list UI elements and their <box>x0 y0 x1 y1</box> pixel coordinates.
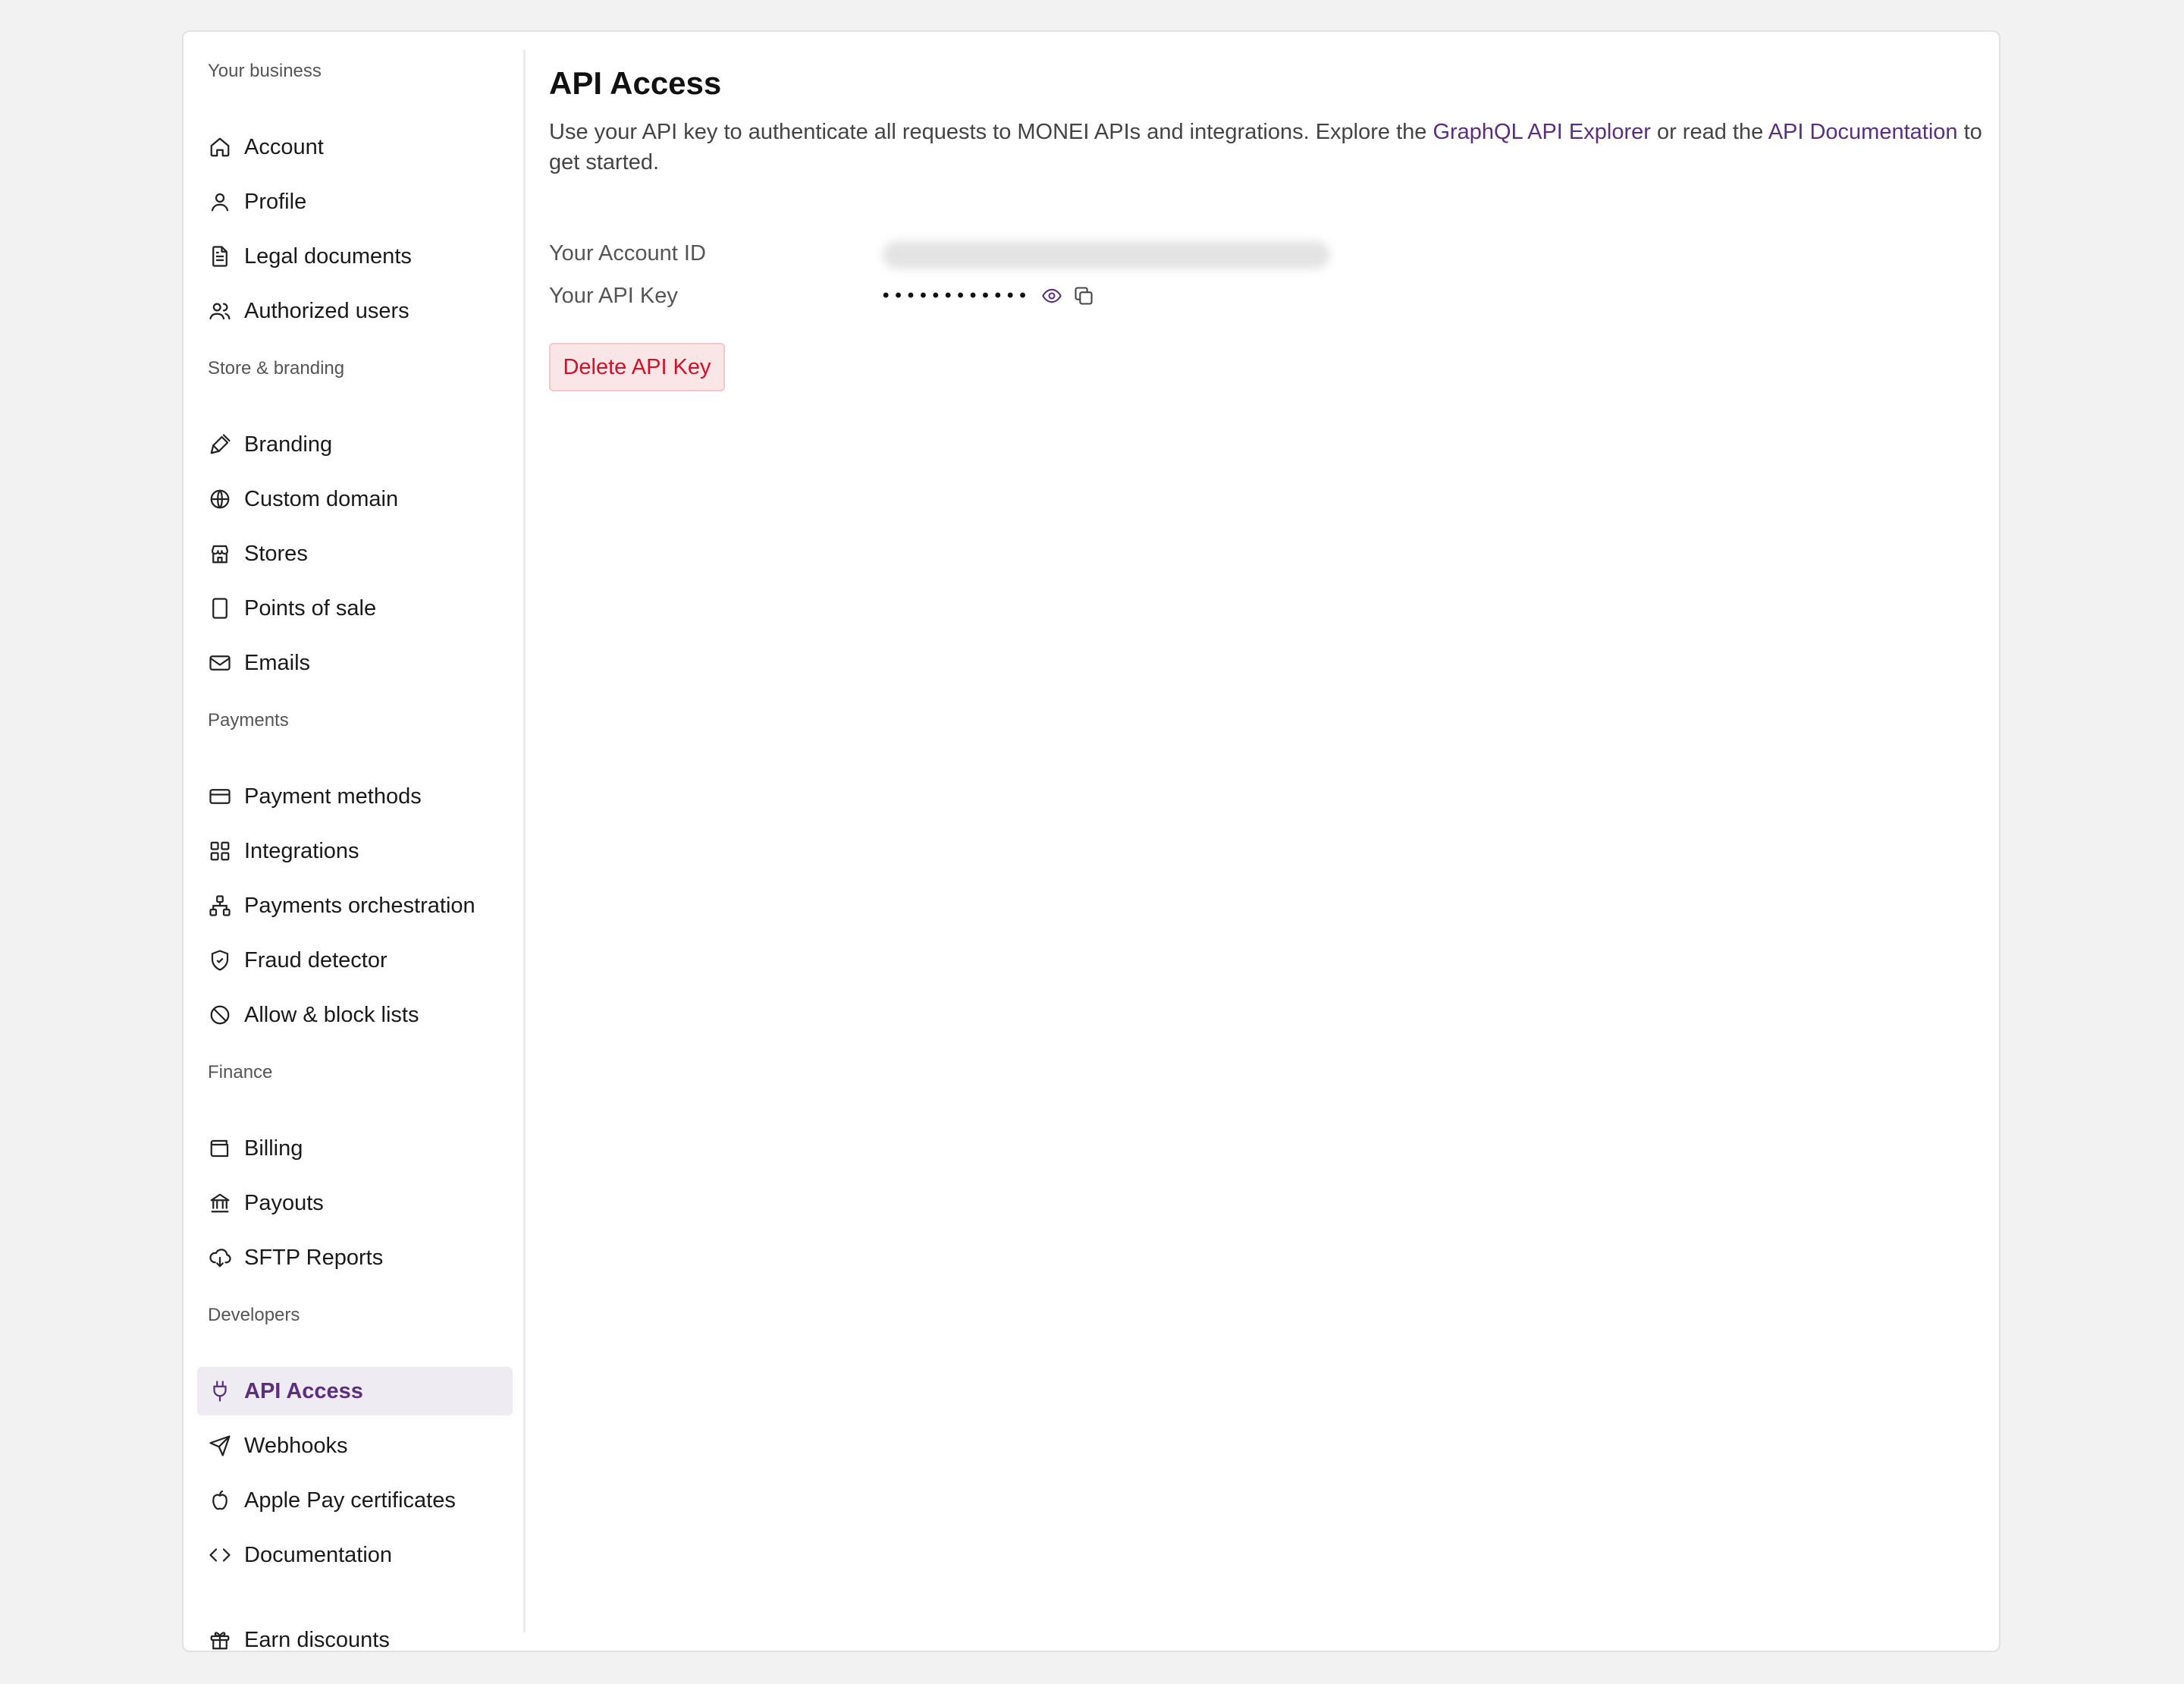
sidebar-item-label: Points of sale <box>244 595 377 621</box>
bank-icon <box>208 1191 232 1215</box>
sidebar-item-authorized-users[interactable]: Authorized users <box>197 287 513 335</box>
sidebar-item-label: Branding <box>244 432 333 457</box>
sidebar-item-label: Profile <box>244 189 307 214</box>
sidebar-item-account[interactable]: Account <box>197 123 513 171</box>
api-key-label: Your API Key <box>549 284 678 308</box>
api-key-value: •••••••••••• <box>883 284 1096 308</box>
sidebar-item-label: Payouts <box>244 1190 324 1215</box>
sidebar-item-label: Custom domain <box>244 486 399 511</box>
sidebar-item-label: Account <box>244 134 324 159</box>
sidebar-item-integrations[interactable]: Integrations <box>197 827 513 875</box>
tablet-icon <box>208 596 232 621</box>
sidebar-divider <box>523 50 526 1632</box>
sidebar-item-payments-orchestration[interactable]: Payments orchestration <box>197 881 513 930</box>
user-icon <box>208 190 232 214</box>
plug-icon <box>208 1379 232 1403</box>
sidebar-item-label: Stores <box>244 541 308 566</box>
sidebar-item-label: Authorized users <box>244 298 410 323</box>
account-id-label: Your Account ID <box>549 241 706 265</box>
sidebar-item-label: Legal documents <box>244 243 412 269</box>
credit-card-icon <box>208 784 232 809</box>
sidebar-item-label: Webhooks <box>244 1433 348 1458</box>
sidebar-item-documentation[interactable]: Documentation <box>197 1531 513 1579</box>
page-title: API Access <box>549 65 722 101</box>
delete-api-key-button[interactable]: Delete API Key <box>549 343 725 391</box>
description-text: or read the <box>1650 120 1768 144</box>
shield-check-icon <box>208 948 232 972</box>
sidebar-item-label: API Access <box>244 1378 363 1403</box>
code-icon <box>208 1543 232 1567</box>
gift-icon <box>208 1628 232 1652</box>
sidebar-item-label: Emails <box>244 650 311 675</box>
section-label-finance: Finance <box>208 1062 273 1082</box>
eye-icon[interactable] <box>1040 284 1064 308</box>
sidebar-item-points-of-sale[interactable]: Points of sale <box>197 584 513 633</box>
account-id-value-redacted <box>883 241 1330 269</box>
sidebar-item-legal-documents[interactable]: Legal documents <box>197 232 513 281</box>
sidebar-item-payouts[interactable]: Payouts <box>197 1179 513 1227</box>
users-icon <box>208 299 232 323</box>
sidebar-item-label: SFTP Reports <box>244 1245 384 1270</box>
sidebar-item-label: Billing <box>244 1136 303 1161</box>
sidebar-item-billing[interactable]: Billing <box>197 1124 513 1173</box>
cloud-download-icon <box>208 1246 232 1270</box>
sidebar-item-webhooks[interactable]: Webhooks <box>197 1422 513 1470</box>
paintbrush-icon <box>208 432 232 457</box>
section-label-your-business: Your business <box>208 61 322 81</box>
sidebar-item-label: Allow & block lists <box>244 1002 419 1027</box>
apple-icon <box>208 1488 232 1513</box>
sidebar-item-stores[interactable]: Stores <box>197 529 513 578</box>
ban-icon <box>208 1003 232 1027</box>
sidebar-item-fraud-detector[interactable]: Fraud detector <box>197 936 513 985</box>
sidebar-item-api-access[interactable]: API Access <box>197 1367 513 1415</box>
section-label-store-branding: Store & branding <box>208 358 345 379</box>
send-icon <box>208 1434 232 1458</box>
sidebar-item-label: Apple Pay certificates <box>244 1488 456 1513</box>
sidebar-item-label: Integrations <box>244 838 359 863</box>
sidebar-item-label: Payments orchestration <box>244 893 475 918</box>
mail-icon <box>208 651 232 675</box>
sidebar-item-earn-discounts[interactable]: Earn discounts <box>197 1616 513 1664</box>
globe-icon <box>208 487 232 511</box>
sidebar-item-payment-methods[interactable]: Payment methods <box>197 772 513 821</box>
settings-card: Your business Account Profile Legal docu… <box>182 30 2000 1652</box>
wallet-icon <box>208 1136 232 1161</box>
sidebar-item-label: Documentation <box>244 1542 393 1567</box>
grid-icon <box>208 839 232 863</box>
sidebar-item-apple-pay-certificates[interactable]: Apple Pay certificates <box>197 1476 513 1525</box>
graphql-api-explorer-link[interactable]: GraphQL API Explorer <box>1432 120 1650 144</box>
network-icon <box>208 894 232 918</box>
api-documentation-link[interactable]: API Documentation <box>1768 120 1958 144</box>
sidebar-item-emails[interactable]: Emails <box>197 639 513 687</box>
description-text: Use your API key to authenticate all req… <box>549 120 1433 144</box>
sidebar-item-label: Payment methods <box>244 784 422 809</box>
sidebar-item-sftp-reports[interactable]: SFTP Reports <box>197 1233 513 1282</box>
document-icon <box>208 244 232 269</box>
home-icon <box>208 135 232 159</box>
sidebar-item-branding[interactable]: Branding <box>197 420 513 469</box>
sidebar-item-allow-block-lists[interactable]: Allow & block lists <box>197 991 513 1039</box>
settings-sidebar: Your business Account Profile Legal docu… <box>184 32 526 1652</box>
sidebar-item-label: Fraud detector <box>244 947 388 972</box>
section-label-developers: Developers <box>208 1305 300 1325</box>
page-description: Use your API key to authenticate all req… <box>549 117 1982 178</box>
api-key-masked: •••••••••••• <box>883 285 1032 306</box>
copy-icon[interactable] <box>1072 284 1096 308</box>
sidebar-item-profile[interactable]: Profile <box>197 178 513 226</box>
section-label-payments: Payments <box>208 710 289 730</box>
sidebar-item-label: Earn discounts <box>244 1627 390 1652</box>
store-icon <box>208 542 232 566</box>
sidebar-item-custom-domain[interactable]: Custom domain <box>197 475 513 523</box>
